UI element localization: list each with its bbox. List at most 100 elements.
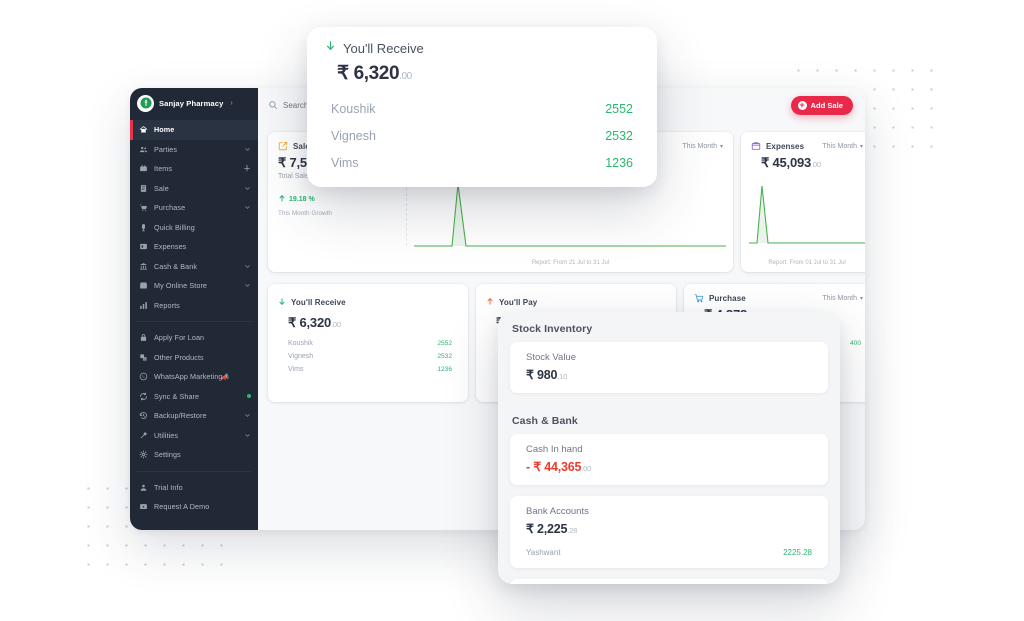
purchase-period-label: This Month	[822, 294, 857, 302]
expenses-amount-decimal: .00	[811, 160, 821, 169]
chevron-down-icon: ▾	[859, 143, 863, 150]
cash-in-hand-label: Cash In hand	[526, 444, 583, 455]
quick-billing-icon	[139, 223, 148, 232]
sidebar-item-apply-for-loan[interactable]: Apply For Loan	[130, 328, 258, 348]
party-row[interactable]: Koushik 2552	[288, 337, 452, 350]
expenses-card[interactable]: Expenses This Month ▾ ₹ 45,093.00 Report…	[741, 132, 865, 272]
sidebar-item-label: Trial Info	[154, 482, 183, 492]
party-row[interactable]: Vims 1236	[331, 149, 633, 176]
reports-icon	[139, 301, 148, 310]
sidebar-item-request-a-demo[interactable]: Request A Demo	[130, 497, 258, 517]
chevron-down-icon	[244, 432, 251, 439]
expenses-period-dropdown[interactable]: This Month ▾	[822, 143, 863, 150]
sidebar-item-label: Purchase	[154, 203, 186, 213]
sidebar-nav-footer: Trial Info Request A Demo	[130, 476, 258, 519]
sidebar-item-label: Cash & Bank	[154, 261, 198, 271]
expenses-sparkline-chart	[749, 185, 865, 244]
sidebar-divider-1	[137, 321, 251, 322]
expenses-report-note: Report: From 01 Jul to 31 Jul	[768, 260, 846, 266]
sidebar-item-items[interactable]: Items ＋	[130, 159, 258, 179]
sidebar-item-home[interactable]: Home	[130, 120, 258, 140]
purchase-card-header: Purchase This Month ▾	[684, 284, 865, 303]
cash-in-hand-amount: - ₹ 44,365.00	[510, 455, 828, 474]
sale-growth-value: 19.18 %	[289, 195, 315, 203]
sidebar-item-quick-billing[interactable]: Quick Billing	[130, 218, 258, 238]
youll-receive-amount-decimal: .00	[331, 320, 341, 329]
products-icon	[139, 353, 148, 362]
stock-value-card[interactable]: Stock Value ₹ 980.10	[510, 342, 828, 393]
cash-in-hand-main: - ₹ 44,365	[526, 460, 582, 474]
expenses-amount-main: ₹ 45,093	[761, 155, 812, 170]
party-row[interactable]: Vignesh 2532	[331, 122, 633, 149]
add-sale-button[interactable]: + Add Sale	[790, 95, 853, 115]
screenshot-root: Sanjay Pharmacy › Home Parties Items ＋ Sale P…	[0, 0, 1024, 621]
party-row[interactable]: Vignesh 2532	[288, 350, 452, 363]
sidebar-item-parties[interactable]: Parties	[130, 140, 258, 160]
party-name: Vignesh	[288, 353, 314, 360]
youll-receive-overlay-list: Koushik 2552 Vignesh 2532 Vims 1236	[307, 85, 657, 176]
sidebar-item-label: Apply For Loan	[154, 333, 205, 343]
party-name: Vignesh	[331, 128, 376, 143]
stock-value-decimal: .10	[557, 372, 568, 381]
sidebar-item-trial-info[interactable]: Trial Info	[130, 478, 258, 498]
stock-inventory-section-title: Stock Inventory	[512, 323, 593, 335]
sidebar-item-other-products[interactable]: Other Products	[130, 348, 258, 368]
stock-inventory-overlay[interactable]: Stock Inventory Stock Value ₹ 980.10 Cas…	[498, 312, 840, 584]
youll-receive-card[interactable]: You'll Receive ₹ 6,320.00 Koushik 2552 Vig…	[268, 284, 468, 402]
purchase-side-value: 400	[849, 340, 861, 347]
sidebar-item-sale[interactable]: Sale	[130, 179, 258, 199]
bank-icon	[139, 262, 148, 271]
pharmacy-caduceus-icon	[137, 94, 154, 112]
party-amount: 1236	[437, 366, 452, 373]
loan-accounts-card[interactable]: Loan Accounts ₹ 00.00	[510, 579, 828, 584]
party-row[interactable]: Koushik 2552	[331, 95, 633, 122]
cash-in-hand-card[interactable]: Cash In hand - ₹ 44,365.00	[510, 434, 828, 485]
status-dot	[247, 394, 251, 399]
sidebar-item-cash-bank[interactable]: Cash & Bank	[130, 257, 258, 277]
arrow-up-red-icon	[486, 293, 494, 311]
search-icon	[268, 100, 278, 110]
sidebar-item-label: Quick Billing	[154, 222, 195, 232]
sidebar-item-label: Reports	[154, 300, 180, 310]
party-row[interactable]: Yashwant 2225.28	[510, 536, 828, 557]
sidebar-item-reports[interactable]: Reports	[130, 296, 258, 316]
sidebar-item-my-online-store[interactable]: My Online Store	[130, 276, 258, 296]
youll-receive-overlay[interactable]: You'll Receive ₹ 6,320.00 Koushik 2552 Vig…	[307, 27, 657, 187]
brand-switcher[interactable]: Sanjay Pharmacy ›	[130, 88, 258, 118]
youll-receive-overlay-title: You'll Receive	[343, 40, 424, 56]
sidebar-item-label: Utilities	[154, 430, 179, 440]
arrow-down-green-icon	[325, 39, 336, 57]
stock-value-amount: ₹ 980.10	[510, 363, 828, 382]
youll-receive-overlay-header: You'll Receive	[307, 27, 657, 57]
sidebar-item-expenses[interactable]: Expenses	[130, 237, 258, 257]
purchase-cart-icon	[139, 203, 148, 212]
sidebar-item-purchase[interactable]: Purchase	[130, 198, 258, 218]
chevron-down-icon	[244, 146, 251, 153]
plus-icon[interactable]: ＋	[243, 164, 251, 173]
sidebar-item-settings[interactable]: Settings	[130, 445, 258, 465]
bank-accounts-card[interactable]: Bank Accounts ₹ 2,225.28 Yashwant 2225.28	[510, 496, 828, 568]
party-name: Yashwant	[526, 548, 561, 557]
sale-report-note: Report: From 21 Jul to 31 Jul	[531, 260, 610, 266]
sidebar-item-sync-share[interactable]: Sync & Share	[130, 387, 258, 407]
cash-bank-section-title: Cash & Bank	[512, 415, 578, 427]
youll-pay-title: You'll Pay	[499, 297, 538, 307]
sidebar-item-label: Request A Demo	[154, 502, 210, 512]
sidebar-item-backup-restore[interactable]: Backup/Restore	[130, 406, 258, 426]
party-amount: 2552	[605, 101, 633, 116]
party-amount: 1236	[605, 155, 633, 170]
sidebar-item-whatsapp-marketing[interactable]: WhatsApp Marketing 📣	[130, 367, 258, 387]
youll-pay-header: You'll Pay	[476, 284, 676, 311]
expenses-icon	[139, 242, 148, 251]
party-row[interactable]: Vims 1236	[288, 363, 452, 376]
purchase-card-title: Purchase	[709, 293, 746, 303]
gear-icon	[139, 450, 148, 459]
chevron-down-icon	[244, 282, 251, 289]
sidebar-item-label: Sync & Share	[154, 391, 200, 401]
sidebar-item-utilities[interactable]: Utilities	[130, 426, 258, 446]
sale-sparkline-chart	[414, 183, 726, 247]
sale-period-dropdown[interactable]: This Month ▾	[682, 143, 723, 150]
megaphone-icon: 📣	[219, 374, 230, 382]
expenses-card-header: Expenses This Month ▾	[741, 132, 865, 151]
purchase-period-dropdown[interactable]: This Month ▾	[822, 295, 863, 302]
